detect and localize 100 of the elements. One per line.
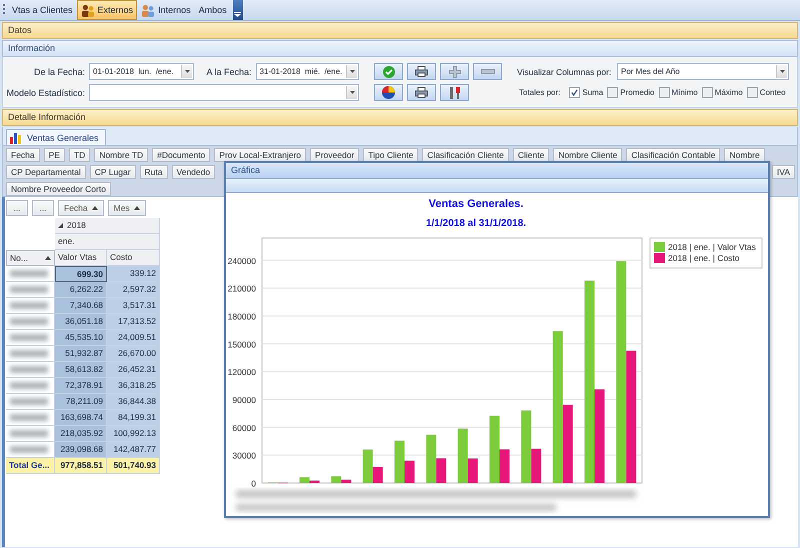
table-cell: 7,340.68 [55, 298, 107, 314]
field-chip[interactable]: TD [68, 148, 90, 162]
caret-icon [184, 70, 190, 73]
collapse-icon[interactable] [58, 223, 63, 228]
y-axis-label: 30000 [232, 450, 256, 461]
legend-label: 2018 | ene. | Valor Vtas [668, 242, 756, 252]
field-chip[interactable]: Proveedor [310, 148, 360, 162]
table-cell: 78,211.09 [55, 394, 107, 410]
print-button[interactable] [407, 84, 436, 101]
tools-icon [448, 86, 460, 98]
dropdown-button[interactable] [346, 65, 357, 78]
sort-icon [45, 256, 51, 260]
field-chip[interactable]: IVA [772, 165, 795, 179]
blurred-label [10, 318, 48, 325]
field-chip[interactable]: Tipo Cliente [363, 148, 418, 162]
column-header[interactable]: Valor Vtas [55, 250, 107, 266]
column-header: 2018 [67, 219, 86, 232]
field-chip[interactable]: Vendedo [172, 165, 216, 179]
field-chip[interactable]: Nombre Proveedor Corto [6, 182, 111, 196]
field-label: De la Fecha: [32, 66, 85, 76]
column-header[interactable]: Costo [107, 250, 160, 266]
checkbox-label: Máximo [714, 88, 743, 97]
chart-button[interactable] [374, 84, 403, 101]
table-cell: 17,313.52 [107, 314, 160, 330]
field-chip[interactable]: CP Lugar [90, 165, 136, 179]
toolbar-tab[interactable]: Ambos [194, 0, 231, 20]
field-chip[interactable]: Clasificación Cliente [422, 148, 509, 162]
table-cell: 36,318.25 [107, 378, 160, 394]
field-chip[interactable]: Nombre TD [94, 148, 148, 162]
blurred-label [10, 334, 48, 341]
printer-icon [415, 87, 428, 98]
filter-button[interactable]: ... [32, 200, 54, 216]
bar-chart-icon [10, 132, 23, 144]
blurred-label [10, 350, 48, 357]
plus-icon [448, 66, 460, 78]
checkbox[interactable] [658, 87, 670, 98]
checkbox[interactable] [702, 87, 713, 98]
window-title: Gráfica [226, 163, 768, 179]
table-cell: 163,698.74 [55, 410, 107, 426]
y-axis-label: 120000 [228, 367, 256, 378]
blurred-label [10, 382, 48, 389]
field-chip[interactable]: Ruta [140, 165, 168, 179]
caret-icon [350, 70, 354, 73]
people-icon [80, 4, 95, 16]
field-chip[interactable]: Nombre Cliente [553, 148, 622, 162]
legend-swatch [654, 242, 665, 252]
date-field[interactable]: 31-01-2018 mié. /ene. [256, 63, 359, 80]
date-field[interactable]: 01-01-2018 lun. /ene. [89, 63, 194, 80]
checkbox[interactable] [569, 87, 580, 98]
table-cell: 36,051.18 [55, 314, 107, 330]
tools-button[interactable] [440, 84, 469, 101]
table-cell: 26,452.31 [107, 362, 160, 378]
field-chip[interactable]: Fecha [6, 148, 40, 162]
field-label: Modelo Estadístico: [5, 88, 85, 98]
filter-button[interactable]: ... [6, 200, 28, 216]
checkbox[interactable] [746, 87, 758, 98]
tab[interactable]: Ventas Generales [6, 129, 106, 145]
column-field-button[interactable]: Mes [108, 200, 146, 216]
field-chip[interactable]: Prov Local-Extranjero [214, 148, 306, 162]
column-field-button[interactable]: Fecha [58, 200, 104, 216]
checkbox[interactable] [607, 87, 618, 98]
table-cell: 239,098.68 [55, 442, 107, 458]
y-axis-label: 150000 [228, 339, 256, 350]
table-cell: 45,535.10 [55, 330, 107, 346]
print-button[interactable] [407, 63, 436, 80]
chart-subtitle: 1/1/2018 al 31/1/2018. [426, 218, 526, 229]
y-axis-label: 240000 [228, 256, 256, 266]
dropdown-button[interactable] [776, 65, 787, 78]
table-cell: 699.30 [55, 266, 107, 282]
field-chip[interactable]: Cliente [512, 148, 550, 162]
field-chip[interactable]: PE [44, 148, 65, 162]
dropdown-button[interactable] [181, 65, 192, 78]
field-label: A la Fecha: [206, 66, 252, 76]
field-chip[interactable]: CP Departamental [6, 165, 86, 179]
table-cell: 218,035.92 [55, 426, 107, 442]
table-cell: 501,740.93 [107, 458, 160, 474]
overflow-button[interactable] [232, 0, 243, 20]
checkbox-label: Mínimo [672, 88, 698, 97]
row-field-button[interactable]: No... [6, 250, 55, 266]
table-cell: 6,262.22 [55, 282, 107, 298]
y-axis-label: 60000 [232, 422, 256, 433]
caret-icon [780, 70, 784, 73]
chart-title: Ventas Generales. [428, 198, 524, 210]
table-cell: 36,844.38 [107, 394, 160, 410]
table-cell: 142,487.77 [107, 442, 160, 458]
blurred-label [10, 430, 48, 437]
columns-dropdown[interactable]: Por Mes del Año [617, 63, 789, 80]
checkbox-label: Promedio [620, 88, 655, 97]
toolbar-tab[interactable]: Internos [137, 0, 195, 20]
field-chip[interactable]: #Documento [152, 148, 210, 162]
dropdown-button[interactable] [346, 86, 357, 99]
field-chip[interactable]: Clasificación Contable [626, 148, 720, 162]
y-axis-label: 180000 [228, 311, 256, 322]
toolbar-tab[interactable]: Vtas a Clientes [8, 0, 77, 20]
field-label: Visualizar Columnas por: [517, 66, 612, 76]
sort-icon [92, 206, 98, 210]
field-chip[interactable]: Nombre [724, 148, 765, 162]
checkbox-label: Conteo [760, 88, 786, 97]
blurred-label [10, 286, 48, 293]
toolbar-tab[interactable]: Externos [76, 0, 138, 20]
